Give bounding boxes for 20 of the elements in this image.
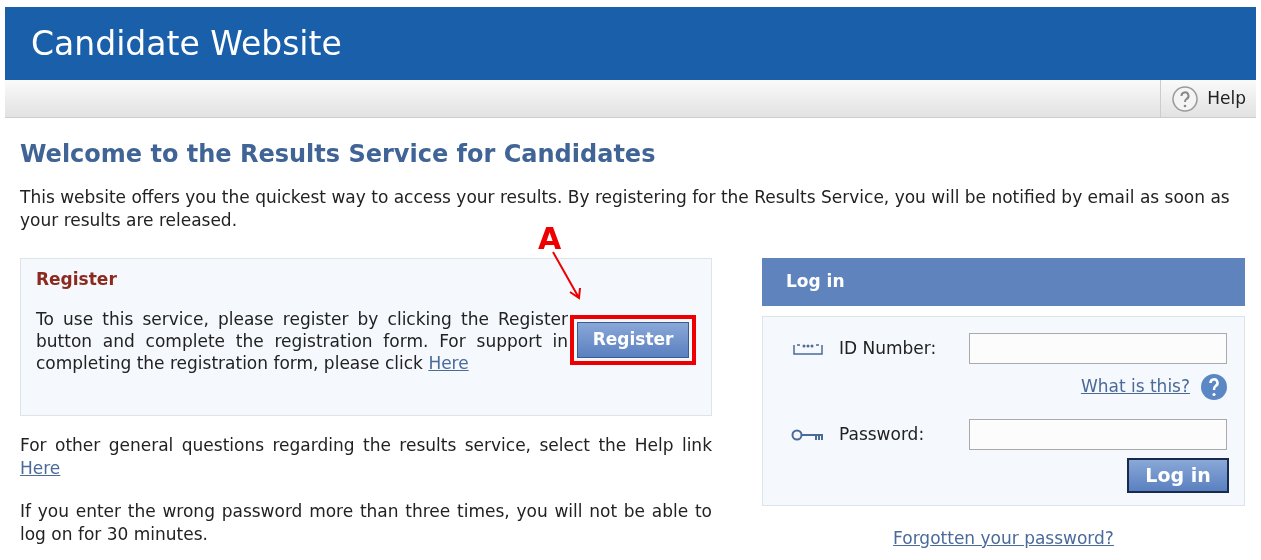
login-button[interactable]: Log in [1127, 458, 1229, 493]
help-link[interactable]: Help [1160, 80, 1256, 117]
warning-paragraph: If you enter the wrong password more than three times, you will not be able to log on for 30 minutes. [20, 500, 712, 546]
register-paragraph: To use this service, please register by clicking the Register button and complete the registration form. For support in completing the registration form, please click Here [36, 307, 569, 374]
what-is-this-link[interactable]: What is this? [1080, 374, 1190, 400]
here-link[interactable]: Here [20, 458, 61, 478]
id-input-field[interactable] [969, 333, 1227, 364]
forgot-password-link[interactable]: Forgotten your password? [893, 526, 1114, 552]
field-label: Password: [839, 422, 926, 446]
register-button[interactable]: Register [577, 322, 689, 358]
help-paragraph: For other general questions regarding the results service, select the Help link Here [20, 434, 712, 480]
site-title: Candidate Website [31, 22, 342, 65]
here-link[interactable]: Here [428, 352, 469, 373]
field-label: ID Number: [839, 336, 938, 360]
page-heading: Welcome to the Results Service for Candidates [20, 139, 657, 170]
help-icon[interactable] [1200, 373, 1228, 401]
login-title: Log in [786, 270, 845, 294]
register-title: Register [36, 268, 118, 291]
password-input-field[interactable] [969, 419, 1227, 450]
help-icon [1171, 84, 1200, 113]
